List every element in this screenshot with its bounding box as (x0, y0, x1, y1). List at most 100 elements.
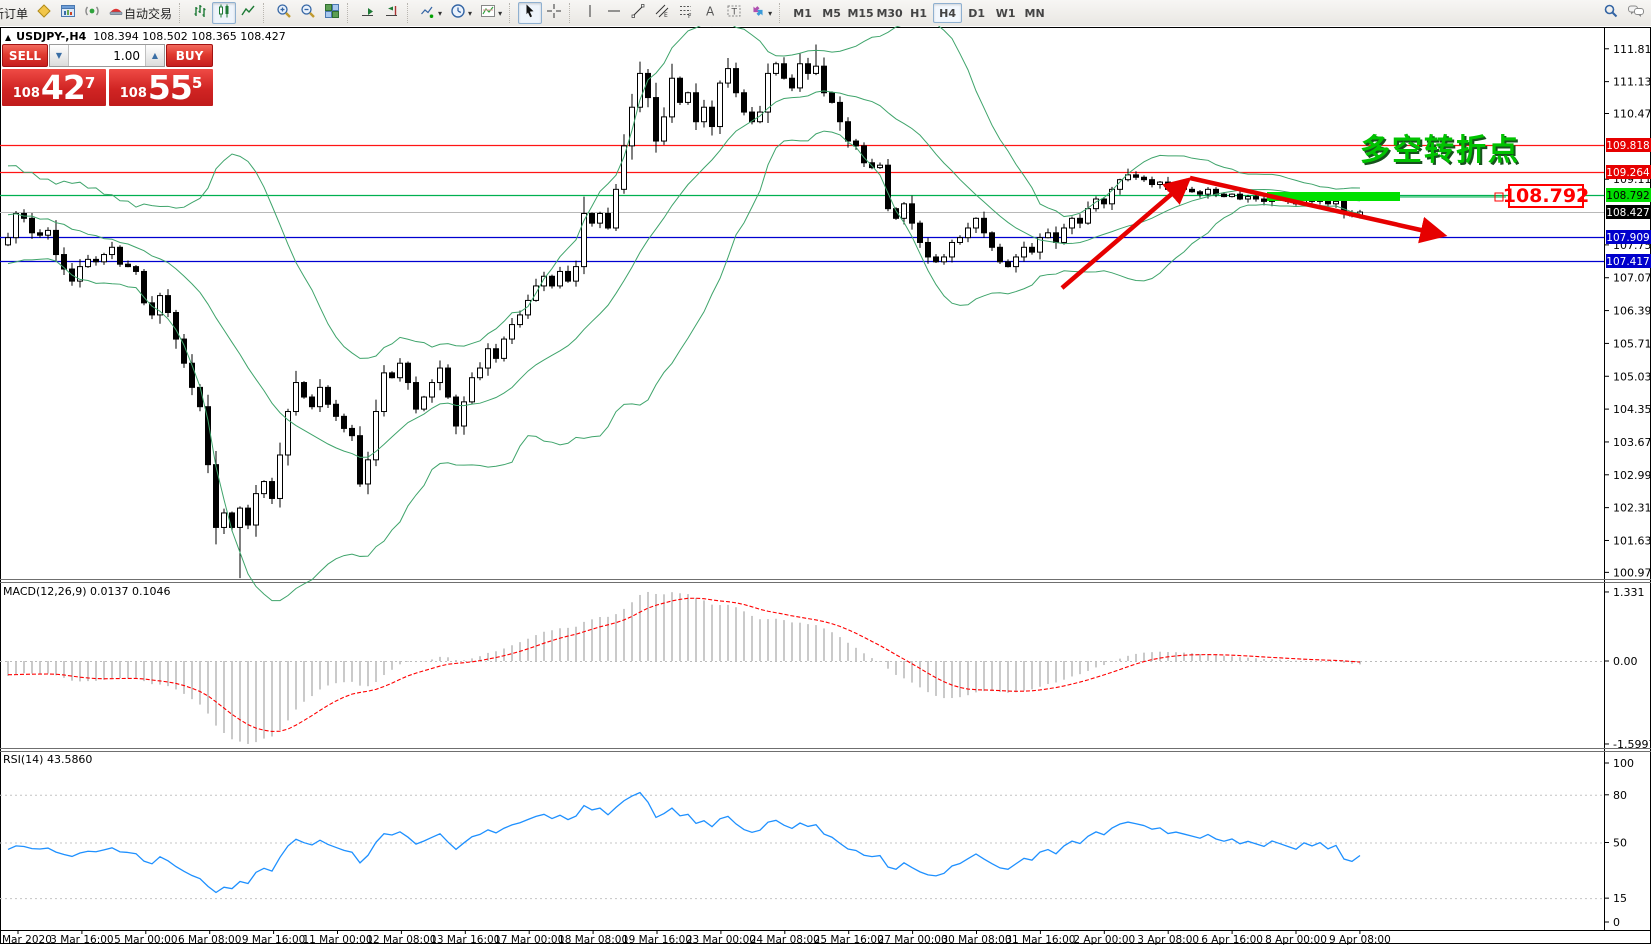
chart-shift-button[interactable] (380, 2, 404, 24)
timeframe-H1-button[interactable]: H1 (904, 3, 933, 23)
svg-text:13 Mar 16:00: 13 Mar 16:00 (430, 934, 500, 945)
timeframe-M30-button[interactable]: M30 (875, 3, 904, 23)
timeframe-H4-button[interactable]: H4 (933, 3, 962, 23)
timeframe-D1-button[interactable]: D1 (962, 3, 991, 23)
market-watch-button[interactable] (56, 2, 80, 24)
indicators-icon (420, 3, 436, 23)
chart-shift-icon (384, 3, 400, 23)
svg-text:107.909: 107.909 (1606, 232, 1649, 244)
svg-text:T: T (731, 8, 738, 18)
zoom-out-button[interactable] (296, 2, 320, 24)
price-line-label: 109.264 (1606, 165, 1651, 179)
chart-window: 111.810111.130110.470109.110107.750107.0… (0, 26, 1651, 945)
price-callout-box[interactable]: 108.792 (1508, 184, 1584, 208)
zoom-in-button[interactable] (272, 2, 296, 24)
clock-icon (450, 3, 466, 23)
svg-text:17 Mar 00:00: 17 Mar 00:00 (494, 934, 564, 945)
sell-price-display[interactable]: 108427 (2, 69, 106, 106)
tile-windows-button[interactable] (320, 2, 344, 24)
price-line-label: 109.818 (1606, 138, 1651, 152)
indicators-button[interactable]: ▾ (416, 2, 446, 24)
svg-text:102.990: 102.990 (1613, 469, 1651, 482)
vertical-line-tool-button[interactable] (578, 2, 602, 24)
auto-trading-icon (108, 3, 124, 23)
charts-profile-button[interactable] (32, 2, 56, 24)
separator (347, 3, 353, 23)
cursor-tool-button[interactable] (518, 2, 542, 24)
timeframe-M1-button[interactable]: M1 (788, 3, 817, 23)
trendline-tool-button[interactable] (626, 2, 650, 24)
svg-text:3 Mar 16:00: 3 Mar 16:00 (50, 934, 113, 945)
svg-text:102.310: 102.310 (1613, 502, 1651, 515)
svg-text:31 Mar 16:00: 31 Mar 16:00 (1005, 934, 1075, 945)
svg-text:101.630: 101.630 (1613, 534, 1651, 547)
svg-text:3 Apr 08:00: 3 Apr 08:00 (1137, 934, 1199, 945)
timeframe-M15-button[interactable]: M15 (846, 3, 875, 23)
text-label-tool-button[interactable]: T (722, 2, 746, 24)
new-order-button[interactable]: 新订单 (0, 2, 32, 24)
buy-button[interactable]: BUY (166, 44, 213, 67)
periods-button[interactable]: ▾ (446, 2, 476, 24)
chevron-down-icon: ▾ (768, 9, 772, 18)
svg-text:2 Apr 00:00: 2 Apr 00:00 (1073, 934, 1135, 945)
svg-text:27 Mar 00:00: 27 Mar 00:00 (878, 934, 948, 945)
text-tool-button[interactable]: A (698, 2, 722, 24)
separator (407, 3, 413, 23)
turning-point-annotation[interactable]: 多空转折点 (1360, 125, 1520, 169)
arrows-tool-button[interactable]: ▾ (746, 2, 776, 24)
auto-trading-label: 自动交易 (124, 5, 172, 22)
bar-chart-button[interactable] (188, 2, 212, 24)
macd-indicator-label: MACD(12,26,9) 0.0137 0.1046 (3, 585, 171, 598)
auto-scroll-button[interactable] (356, 2, 380, 24)
search-button[interactable] (1599, 2, 1623, 24)
yellow-diamond-icon (36, 3, 52, 23)
templates-button[interactable]: ▾ (476, 2, 506, 24)
volume-decrease-button[interactable]: ▼ (50, 45, 69, 66)
volume-spinner: ▼ 1.00 ▲ (49, 44, 165, 67)
svg-text:111.130: 111.130 (1613, 76, 1651, 89)
svg-text:24 Mar 08:00: 24 Mar 08:00 (750, 934, 820, 945)
svg-text:F: F (688, 13, 692, 19)
channel-tool-button[interactable]: E (650, 2, 674, 24)
one-click-trading-panel: SELL ▼ 1.00 ▲ BUY 108427 108555 (2, 44, 213, 106)
timeframe-MN-button[interactable]: MN (1020, 3, 1049, 23)
svg-text:110.470: 110.470 (1613, 108, 1651, 121)
collapse-one-click-icon[interactable]: ▲ (5, 33, 11, 42)
fibonacci-tool-button[interactable]: F (674, 2, 698, 24)
crosshair-icon (546, 3, 562, 23)
svg-text:105.710: 105.710 (1613, 337, 1651, 350)
zoom-in-icon (276, 3, 292, 23)
volume-increase-button[interactable]: ▲ (145, 45, 164, 66)
line-chart-button[interactable] (236, 2, 260, 24)
zoom-out-icon (300, 3, 316, 23)
svg-text:23 Mar 00:00: 23 Mar 00:00 (686, 934, 756, 945)
main-toolbar: 新订单 自动交易 (0, 0, 1651, 26)
template-chart-icon (480, 3, 496, 23)
volume-input[interactable]: 1.00 (69, 45, 145, 66)
timeframe-M5-button[interactable]: M5 (817, 3, 846, 23)
sell-button[interactable]: SELL (2, 44, 48, 67)
rsi-indicator-label: RSI(14) 43.5860 (3, 753, 92, 766)
chat-button[interactable] (1623, 2, 1649, 24)
svg-text:-1.5997: -1.5997 (1613, 738, 1651, 751)
sell-price-big: 42 (41, 71, 85, 104)
text-label-icon: T (726, 3, 742, 23)
chart-ohlc-values: 108.394 108.502 108.365 108.427 (93, 30, 285, 43)
timeframe-W1-button[interactable]: W1 (991, 3, 1020, 23)
svg-text:106.390: 106.390 (1613, 305, 1651, 318)
buy-price-big: 55 (148, 71, 192, 104)
svg-text:9 Mar 16:00: 9 Mar 16:00 (242, 934, 305, 945)
svg-text:50: 50 (1613, 837, 1627, 850)
timeframe-group: M1M5M15M30H1H4D1W1MN (788, 3, 1049, 23)
svg-text:111.810: 111.810 (1613, 43, 1651, 56)
buy-price-display[interactable]: 108555 (109, 69, 213, 106)
text-icon: A (702, 3, 718, 23)
chat-bubbles-icon (1627, 3, 1645, 23)
auto-trading-button[interactable]: 自动交易 (104, 2, 176, 24)
horizontal-line-tool-button[interactable] (602, 2, 626, 24)
chevron-down-icon: ▾ (438, 9, 442, 18)
candlestick-chart-button[interactable] (212, 2, 236, 24)
separator (779, 3, 785, 23)
crosshair-tool-button[interactable] (542, 2, 566, 24)
data-signal-button[interactable] (80, 2, 104, 24)
